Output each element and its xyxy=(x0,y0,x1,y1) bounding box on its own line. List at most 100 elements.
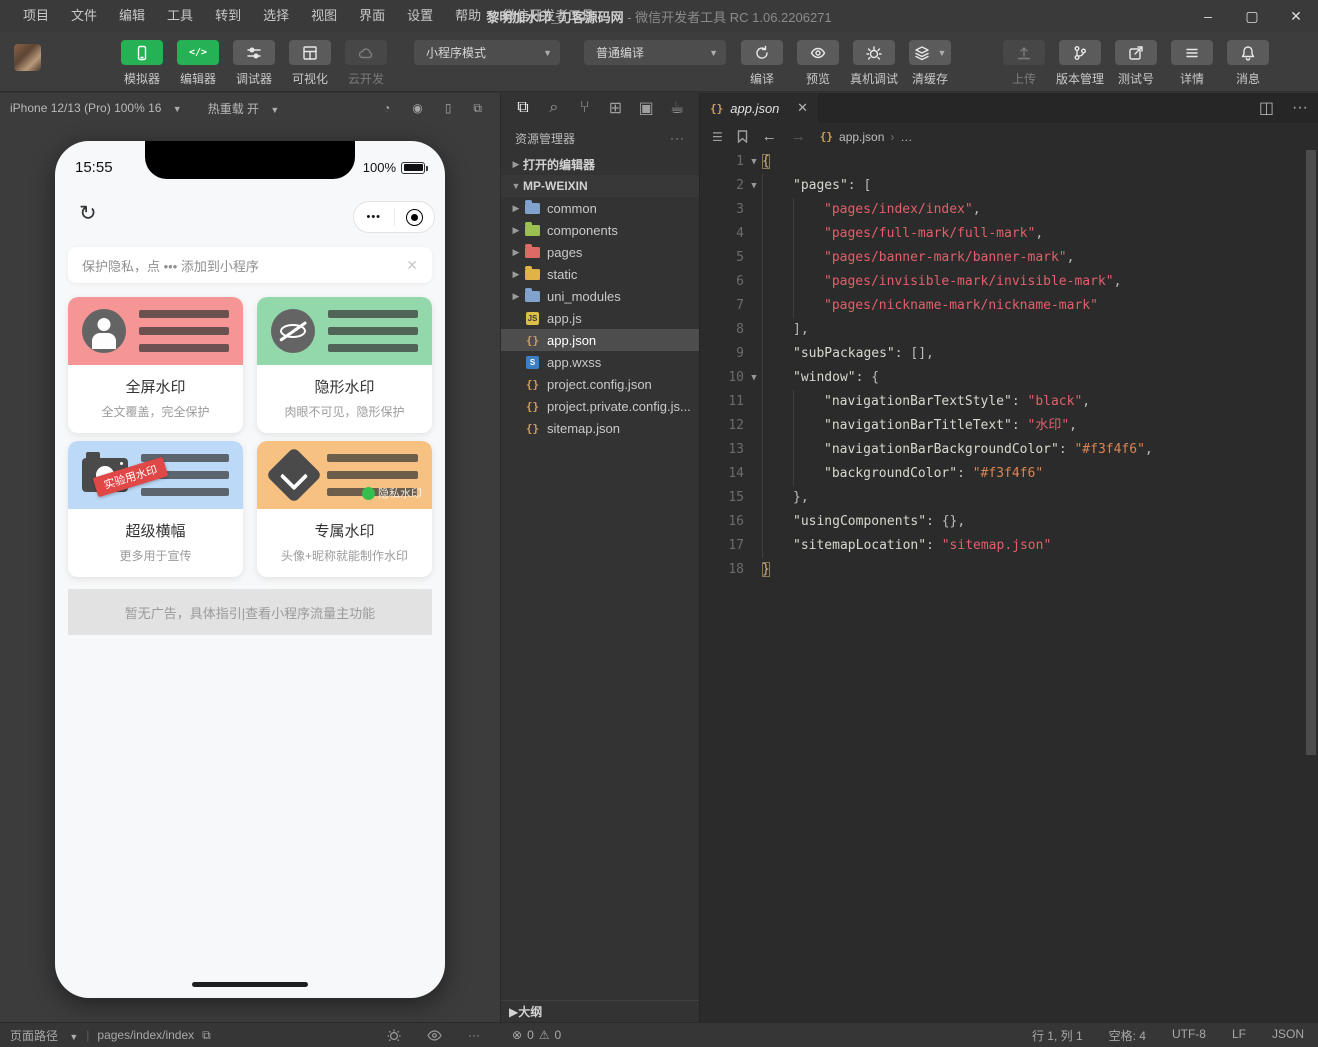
fold-chevron-icon[interactable]: ▼ xyxy=(746,150,762,174)
page-path-dropdown[interactable]: 页面路径 ▼ xyxy=(10,1027,78,1044)
toolbar-button-真机调试[interactable]: 真机调试 xyxy=(850,40,898,87)
menu-选择[interactable]: 选择 xyxy=(252,0,300,32)
tree-item-app.json[interactable]: {} app.json xyxy=(501,329,699,351)
loading-icon[interactable]: ◔ xyxy=(383,101,390,116)
editor-more-icon[interactable]: ··· xyxy=(1292,99,1308,117)
split-editor-icon[interactable]: ◫ xyxy=(1259,98,1274,118)
toolbar-button-label: 详情 xyxy=(1179,72,1204,86)
editor-scrollbar[interactable] xyxy=(1304,150,1318,1022)
menu-界面[interactable]: 界面 xyxy=(348,0,396,32)
menu-项目[interactable]: 项目 xyxy=(12,0,60,32)
toolbar-button-预览[interactable]: 预览 xyxy=(794,40,842,87)
tree-item-project.private.config.js...[interactable]: {} project.private.config.js... xyxy=(501,395,699,417)
toolbar-button-可视化[interactable]: 可视化 xyxy=(286,40,334,87)
toolbar-button-清缓存[interactable]: ▼ 清缓存 xyxy=(906,40,954,87)
tree-item-components[interactable]: ▶ components xyxy=(501,219,699,241)
tree-item-static[interactable]: ▶ static xyxy=(501,263,699,285)
tree-item-app.js[interactable]: JS app.js xyxy=(501,307,699,329)
nav-back-icon[interactable]: ← xyxy=(762,128,777,145)
main-toolbar: 模拟器 </> 编辑器 调试器 可视化 云开发 小程序模式 ▼ 普通编译 ▼ 编译 预览 真机调试… xyxy=(0,32,1318,92)
toolbar-button-编译[interactable]: 编译 xyxy=(738,40,786,87)
bookmark-icon[interactable] xyxy=(737,130,748,143)
menu-文件[interactable]: 文件 xyxy=(60,0,108,32)
menu-视图[interactable]: 视图 xyxy=(300,0,348,32)
tree-item-sitemap.json[interactable]: {} sitemap.json xyxy=(501,417,699,439)
eol-setting[interactable]: LF xyxy=(1232,1027,1246,1044)
close-button[interactable]: ✕ xyxy=(1274,0,1318,32)
open-editors-section[interactable]: ▶ 打开的编辑器 xyxy=(501,153,699,175)
menu-工具[interactable]: 工具 xyxy=(156,0,204,32)
exit-button[interactable] xyxy=(395,208,435,226)
menu-微信开发者工具[interactable]: 微信开发者工具 xyxy=(492,0,605,32)
tree-item-pages[interactable]: ▶ pages xyxy=(501,241,699,263)
record-icon[interactable]: ◉ xyxy=(412,101,422,116)
wxss-file-icon: S xyxy=(526,355,539,369)
git-branch-icon[interactable]: ⑂ xyxy=(575,99,595,117)
mode-dropdown[interactable]: 小程序模式 ▼ xyxy=(414,40,560,65)
hot-reload-toggle[interactable]: 热重载 开 ▼ xyxy=(208,100,280,117)
maximize-button[interactable]: ▢ xyxy=(1230,0,1274,32)
files-icon[interactable]: ⧉ xyxy=(513,99,533,117)
toolbar-button-上传[interactable]: 上传 xyxy=(1000,40,1048,87)
tree-item-uni_modules[interactable]: ▶ uni_modules xyxy=(501,285,699,307)
outline-section[interactable]: ▶ 大纲 xyxy=(501,1000,699,1022)
breadcrumb[interactable]: {} app.json › … xyxy=(820,130,913,144)
device-selector[interactable]: iPhone 12/13 (Pro) 100% 16 ▼ xyxy=(10,101,182,115)
nav-forward-icon[interactable]: → xyxy=(791,128,806,145)
tab-app-json[interactable]: {} app.json ✕ xyxy=(700,93,818,123)
vconsole-icon[interactable] xyxy=(387,1028,401,1042)
menu-转到[interactable]: 转到 xyxy=(204,0,252,32)
code-area[interactable]: 1 ▼{2 ▼ "pages": [3 "pages/index/index", 4 "pa… xyxy=(700,150,1304,1022)
toolbar-button-编辑器[interactable]: </> 编辑器 xyxy=(174,40,222,87)
card-超级横幅[interactable]: 实验用水印 超级横幅 更多用于宣传 xyxy=(68,441,243,577)
toolbar-button-模拟器[interactable]: 模拟器 xyxy=(118,40,166,87)
search-icon[interactable]: ⌕ xyxy=(544,99,564,117)
toolbar-button-调试器[interactable]: 调试器 xyxy=(230,40,278,87)
eye-icon xyxy=(797,40,839,65)
toolbar-button-详情[interactable]: 详情 xyxy=(1168,40,1216,87)
eye-icon[interactable] xyxy=(427,1028,442,1042)
indent-setting[interactable]: 空格: 4 xyxy=(1109,1027,1146,1044)
toolbar-button-版本管理[interactable]: 版本管理 xyxy=(1056,40,1104,87)
card-全屏水印[interactable]: 全屏水印 全文覆盖，完全保护 xyxy=(68,297,243,433)
language-mode[interactable]: JSON xyxy=(1272,1027,1304,1044)
package-icon[interactable]: ▣ xyxy=(636,98,656,118)
toolbar-button-消息[interactable]: 消息 xyxy=(1224,40,1272,87)
tree-item-common[interactable]: ▶ common xyxy=(501,197,699,219)
fold-chevron-icon[interactable]: ▼ xyxy=(746,174,762,198)
refresh-icon[interactable]: ↻ xyxy=(79,201,97,226)
layout-icon[interactable]: ⊞ xyxy=(605,98,625,118)
scrollbar-thumb[interactable] xyxy=(1306,150,1316,755)
tree-item-project.config.json[interactable]: {} project.config.json xyxy=(501,373,699,395)
more-actions-icon[interactable]: ··· xyxy=(670,131,685,145)
card-header xyxy=(68,297,243,365)
compile-mode-dropdown[interactable]: 普通编译 ▼ xyxy=(584,40,726,65)
toolbar-button-云开发[interactable]: 云开发 xyxy=(342,40,390,87)
tab-close-icon[interactable]: ✕ xyxy=(797,100,808,116)
card-专属水印[interactable]: 隐私水印 专属水印 头像+昵称就能制作水印 xyxy=(257,441,432,577)
copy-icon[interactable]: ⧉ xyxy=(202,1028,211,1043)
menu-设置[interactable]: 设置 xyxy=(396,0,444,32)
plugin-icon[interactable]: ☕ xyxy=(667,98,687,118)
device-frame-icon[interactable]: ▯ xyxy=(445,101,452,116)
more-menu-button[interactable]: ••• xyxy=(354,211,394,223)
encoding-setting[interactable]: UTF-8 xyxy=(1172,1027,1206,1044)
minimize-button[interactable]: – xyxy=(1186,0,1230,32)
outline-list-icon[interactable]: ☰ xyxy=(712,130,723,144)
fold-chevron-icon[interactable]: ▼ xyxy=(746,366,762,390)
problems-indicator[interactable]: ⊗ 0 ⚠ 0 xyxy=(500,1028,561,1042)
more-icon[interactable]: ··· xyxy=(468,1028,480,1042)
menu-帮助[interactable]: 帮助 xyxy=(444,0,492,32)
menu-编辑[interactable]: 编辑 xyxy=(108,0,156,32)
card-header xyxy=(257,297,432,365)
cursor-position[interactable]: 行 1, 列 1 xyxy=(1032,1027,1083,1044)
multi-window-icon[interactable]: ⧉ xyxy=(473,101,482,116)
folder-icon xyxy=(525,265,540,280)
card-隐形水印[interactable]: 隐形水印 肉眼不可见，隐形保护 xyxy=(257,297,432,433)
toolbar-button-测试号[interactable]: 测试号 xyxy=(1112,40,1160,87)
close-icon[interactable]: ✕ xyxy=(406,257,418,274)
tree-item-app.wxss[interactable]: Sapp.wxss xyxy=(501,351,699,373)
toolbar-button-label: 调试器 xyxy=(235,72,272,86)
project-root[interactable]: ▼ MP-WEIXIN xyxy=(501,175,699,197)
user-avatar[interactable] xyxy=(14,44,41,71)
